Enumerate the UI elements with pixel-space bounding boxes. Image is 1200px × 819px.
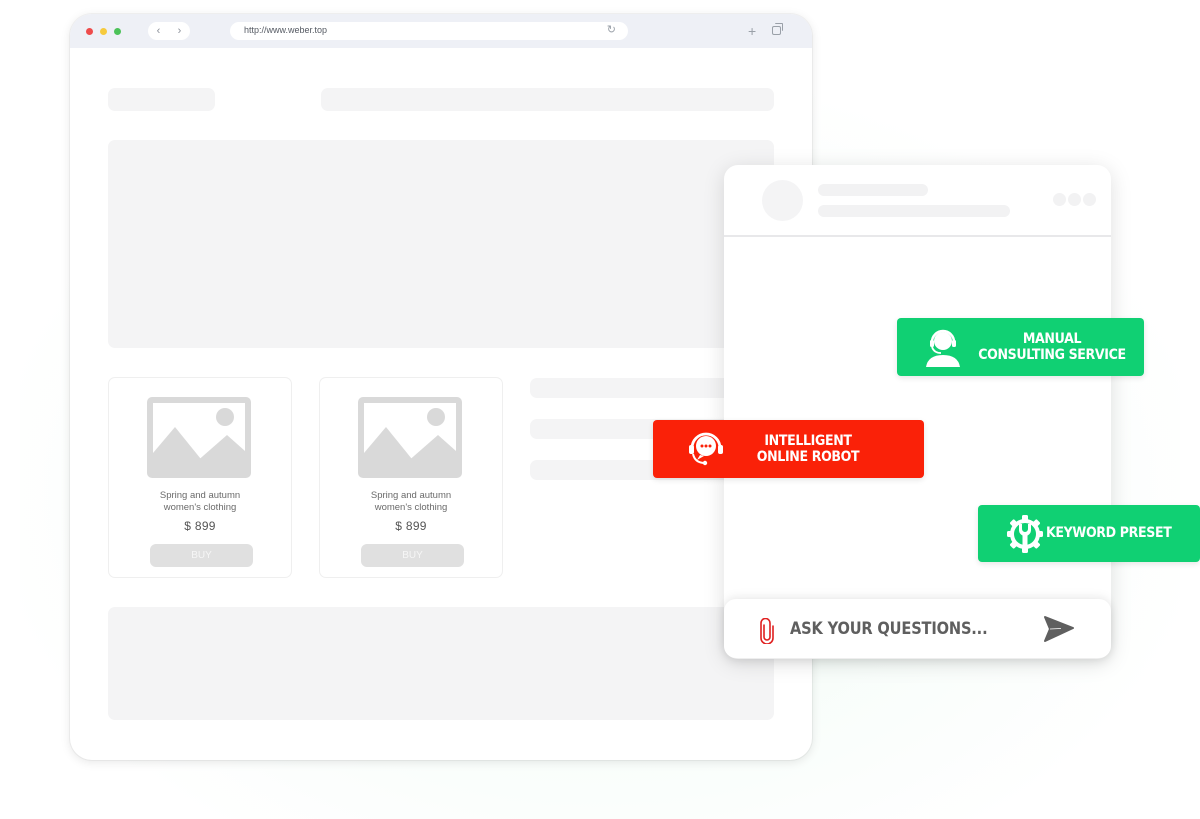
product-card: Spring and autumn women's clothing $ 899… [319, 377, 503, 578]
nav-buttons: ‹ › [148, 22, 190, 40]
image-placeholder-icon [147, 397, 251, 478]
product-price: $ 899 [395, 519, 427, 533]
browser-window: ‹ › http://www.weber.top ↻ + Spring and … [70, 14, 812, 760]
more-dot[interactable] [1068, 193, 1081, 206]
intelligent-robot-badge: INTELLIGENT ONLINE ROBOT [653, 420, 924, 478]
attachment-icon[interactable] [760, 617, 774, 649]
back-icon[interactable]: ‹ [150, 22, 168, 40]
send-icon[interactable] [1043, 615, 1075, 648]
buy-button[interactable]: BUY [150, 544, 253, 567]
chat-window [724, 165, 1111, 659]
chat-headset-icon [683, 431, 729, 471]
close-window-dot[interactable] [86, 28, 93, 35]
agent-name-placeholder [818, 184, 928, 196]
text-line-placeholder [530, 378, 750, 398]
reload-icon[interactable]: ↻ [607, 23, 616, 36]
product-name: Spring and autumn women's clothing [159, 490, 241, 513]
keyword-preset-label: KEYWORD PRESET [1046, 525, 1172, 541]
manual-consulting-badge: MANUAL CONSULTING SERVICE [897, 318, 1144, 376]
maximize-window-dot[interactable] [114, 28, 121, 35]
product-price: $ 899 [184, 519, 216, 533]
product-name: Spring and autumn women's clothing [370, 490, 452, 513]
banner-placeholder [108, 140, 774, 348]
tabs-icon[interactable] [772, 23, 783, 35]
footer-placeholder [108, 607, 774, 720]
manual-consulting-label: MANUAL CONSULTING SERVICE [978, 331, 1126, 363]
minimize-window-dot[interactable] [100, 28, 107, 35]
nav-placeholder [321, 88, 774, 111]
url-text[interactable]: http://www.weber.top [244, 25, 327, 35]
chat-input-bar[interactable]: ASK YOUR QUESTIONS... [724, 599, 1111, 658]
gear-wrench-icon [1006, 514, 1044, 558]
image-placeholder-icon [358, 397, 462, 478]
forward-icon[interactable]: › [171, 22, 189, 40]
logo-placeholder [108, 88, 215, 111]
keyword-preset-badge: KEYWORD PRESET [978, 505, 1200, 562]
browser-titlebar: ‹ › http://www.weber.top ↻ + [70, 14, 812, 48]
buy-button[interactable]: BUY [361, 544, 464, 567]
headset-agent-icon [924, 327, 962, 371]
more-dot[interactable] [1053, 193, 1066, 206]
more-dot[interactable] [1083, 193, 1096, 206]
agent-avatar [762, 180, 803, 221]
header-divider [724, 235, 1111, 237]
question-input[interactable]: ASK YOUR QUESTIONS... [790, 619, 988, 639]
intelligent-robot-label: INTELLIGENT ONLINE ROBOT [756, 433, 860, 465]
new-tab-icon[interactable]: + [748, 22, 756, 40]
address-bar[interactable]: http://www.weber.top ↻ [230, 22, 628, 40]
agent-status-placeholder [818, 205, 1010, 217]
product-card: Spring and autumn women's clothing $ 899… [108, 377, 292, 578]
